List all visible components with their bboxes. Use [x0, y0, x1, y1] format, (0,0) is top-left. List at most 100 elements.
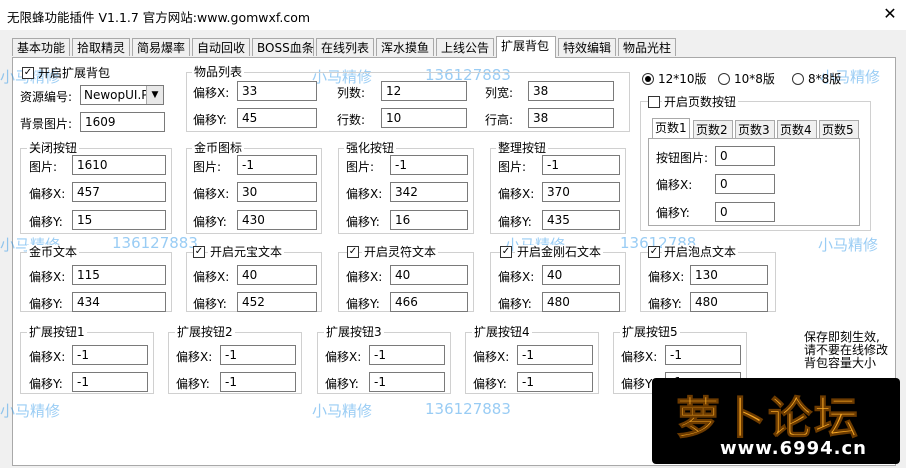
gold-text-offset-x-input[interactable] [72, 265, 166, 285]
bubble-offset-y-input[interactable] [690, 292, 768, 312]
subtab-page5[interactable]: 页数5 [819, 120, 859, 138]
subtab-page1[interactable]: 页数1 [652, 118, 690, 138]
close-offset-x-input[interactable] [72, 182, 166, 202]
ext2-offset-x-input[interactable] [220, 345, 296, 365]
radio-12x10[interactable] [642, 73, 654, 85]
page-image-input[interactable] [715, 146, 775, 166]
sort-offset-y-input[interactable] [542, 210, 620, 230]
item-offset-y-label: 偏移Y: [193, 113, 227, 127]
sort-offset-x-input[interactable] [542, 182, 620, 202]
tab-item-beam[interactable]: 物品光柱 [618, 38, 676, 56]
ext5-offset-x-input[interactable] [665, 345, 741, 365]
chevron-down-icon: ▼ [146, 86, 163, 104]
gold-offset-y-input[interactable] [237, 210, 317, 230]
sort-image-input[interactable] [542, 155, 620, 175]
ext-button-5-title: 扩展按钮5 [620, 325, 680, 339]
item-col-width-input[interactable] [528, 81, 614, 101]
ext1-offset-y-input[interactable] [72, 372, 148, 392]
enable-bag-checkbox[interactable]: ✓ [22, 67, 34, 79]
subtab-page3[interactable]: 页数3 [735, 120, 775, 138]
page-offset-y-input[interactable] [715, 202, 775, 222]
gold-image-input[interactable] [237, 155, 317, 175]
ext3-offset-y-input[interactable] [369, 372, 445, 392]
ext3-offset-y-label: 偏移Y: [325, 377, 359, 391]
lingfu-text-checkbox[interactable]: ✓ [347, 246, 359, 258]
lingfu-offset-y-input[interactable] [390, 292, 468, 312]
page-image-label: 按钮图片: [656, 151, 709, 165]
ext5-offset-y-label: 偏移Y: [621, 377, 655, 391]
sort-image-label: 图片: [498, 160, 527, 174]
close-offset-y-input[interactable] [72, 210, 166, 230]
radio-8x8[interactable] [792, 73, 804, 85]
tab-recycle[interactable]: 自动回收 [192, 38, 250, 56]
close-button-title: 关闭按钮 [27, 141, 80, 155]
page-buttons-label: 开启页数按钮 [662, 95, 739, 109]
yuanbao-text-title: 开启元宝文本 [208, 245, 285, 259]
tab-pickup[interactable]: 拾取精灵 [72, 38, 130, 56]
close-offset-y-label: 偏移Y: [29, 215, 63, 229]
lingfu-offset-x-input[interactable] [390, 265, 468, 285]
enhance-offset-y-input[interactable] [390, 210, 468, 230]
radio-8x8-label: 8*8版 [808, 72, 842, 86]
subtab-page4[interactable]: 页数4 [777, 120, 817, 138]
ext-button-1-title: 扩展按钮1 [27, 325, 87, 339]
radio-12x10-label: 12*10版 [658, 72, 707, 86]
page-offset-x-input[interactable] [715, 174, 775, 194]
tab-droprate[interactable]: 简易爆率 [132, 38, 190, 56]
page-offset-x-label: 偏移X: [656, 178, 693, 192]
yuanbao-offset-x-input[interactable] [237, 265, 317, 285]
close-image-input[interactable] [72, 155, 166, 175]
bubble-offset-y-label: 偏移Y: [648, 297, 682, 311]
tab-basic[interactable]: 基本功能 [12, 38, 70, 56]
sort-button-title: 整理按钮 [496, 141, 549, 155]
gold-text-offset-x-label: 偏移X: [29, 270, 66, 284]
ext2-offset-x-label: 偏移X: [176, 350, 213, 364]
close-offset-x-label: 偏移X: [29, 187, 66, 201]
diamond-text-checkbox[interactable]: ✓ [500, 246, 512, 258]
item-rows-input[interactable] [381, 108, 467, 128]
tab-effects[interactable]: 特效编辑 [558, 38, 616, 56]
bubble-offset-x-label: 偏移X: [648, 270, 685, 284]
yuanbao-offset-y-input[interactable] [237, 292, 317, 312]
tab-online-list[interactable]: 在线列表 [316, 38, 374, 56]
yuanbao-text-checkbox[interactable]: ✓ [193, 246, 205, 258]
tab-fishing[interactable]: 浑水摸鱼 [376, 38, 434, 56]
diamond-offset-x-input[interactable] [542, 265, 620, 285]
ext1-offset-x-label: 偏移X: [29, 350, 66, 364]
enhance-offset-x-input[interactable] [390, 182, 468, 202]
ext4-offset-x-input[interactable] [517, 345, 593, 365]
bubble-text-checkbox[interactable]: ✓ [648, 246, 660, 258]
item-cols-input[interactable] [381, 81, 467, 101]
bubble-offset-x-input[interactable] [690, 265, 768, 285]
forum-logo: 萝卜论坛 www.6994.cn [652, 378, 900, 464]
radio-10x8[interactable] [718, 73, 730, 85]
subtab-page2[interactable]: 页数2 [693, 120, 733, 138]
background-input[interactable] [80, 112, 165, 132]
ext2-offset-y-input[interactable] [220, 372, 296, 392]
ext5-offset-x-label: 偏移X: [621, 350, 658, 364]
gold-text-offset-y-input[interactable] [72, 292, 166, 312]
ext1-offset-x-input[interactable] [72, 345, 148, 365]
tab-boss-hp[interactable]: BOSS血条 [252, 38, 314, 56]
sort-offset-y-label: 偏移Y: [498, 215, 532, 229]
radio-10x8-label: 10*8版 [734, 72, 775, 86]
gold-offset-x-input[interactable] [237, 182, 317, 202]
lingfu-text-title: 开启灵符文本 [362, 245, 439, 259]
ext3-offset-x-input[interactable] [369, 345, 445, 365]
diamond-offset-y-input[interactable] [542, 292, 620, 312]
ext4-offset-y-label: 偏移Y: [473, 377, 507, 391]
enhance-image-input[interactable] [390, 155, 468, 175]
ext4-offset-y-input[interactable] [517, 372, 593, 392]
item-offset-x-input[interactable] [237, 81, 317, 101]
item-row-height-label: 行高: [485, 113, 514, 127]
tab-announce[interactable]: 上线公告 [436, 38, 494, 56]
resource-select[interactable]: NewopUI.Pak ▼ [80, 85, 164, 105]
gold-offset-x-label: 偏移X: [193, 187, 230, 201]
close-icon[interactable]: ✕ [880, 4, 900, 24]
item-offset-y-input[interactable] [237, 108, 317, 128]
tab-extend-bag[interactable]: 扩展背包 [496, 36, 556, 58]
save-note-line3: 背包容量大小 [804, 356, 877, 370]
page-buttons-checkbox[interactable] [648, 96, 660, 108]
item-row-height-input[interactable] [528, 108, 614, 128]
bubble-text-title: 开启泡点文本 [662, 245, 739, 259]
